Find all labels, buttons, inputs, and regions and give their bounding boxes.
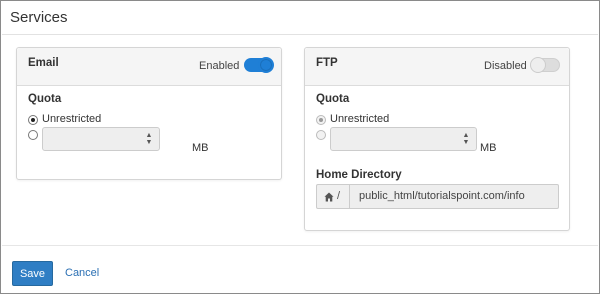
ftp-panel-title: FTP	[316, 57, 338, 69]
footer-divider	[2, 245, 598, 246]
ftp-quota-unit: MB	[480, 142, 497, 154]
email-panel-header: Email Enabled	[17, 48, 281, 86]
email-quota-unit: MB	[192, 142, 209, 154]
email-unrestricted-label[interactable]: Unrestricted	[42, 113, 101, 125]
home-directory-label: Home Directory	[316, 169, 402, 181]
ftp-panel-header: FTP Disabled	[305, 48, 569, 86]
email-panel-title: Email	[28, 57, 59, 69]
title-divider	[2, 34, 598, 35]
ftp-unrestricted-radio[interactable]	[316, 115, 326, 125]
email-custom-quota-radio[interactable]	[28, 130, 38, 140]
home-icon	[324, 192, 334, 202]
cancel-link[interactable]: Cancel	[65, 267, 99, 279]
email-panel: Email Enabled Quota Unrestricted ▲ ▼ MB	[16, 47, 282, 180]
page-title: Services	[10, 9, 68, 26]
toggle-knob	[258, 57, 274, 73]
email-unrestricted-radio[interactable]	[28, 115, 38, 125]
services-window: Services Email Enabled Quota Unrestricte…	[0, 0, 600, 294]
email-status-label: Enabled	[199, 60, 240, 72]
ftp-quota-input[interactable]: ▲ ▼	[330, 127, 477, 151]
ftp-enabled-toggle[interactable]	[530, 57, 560, 73]
email-quota-input[interactable]: ▲ ▼	[42, 127, 160, 151]
home-directory-prefix: /	[316, 184, 350, 209]
ftp-unrestricted-label[interactable]: Unrestricted	[330, 113, 389, 125]
home-directory-prefix-slash: /	[337, 190, 341, 202]
save-button[interactable]: Save	[12, 261, 53, 286]
email-quota-label: Quota	[28, 93, 62, 105]
toggle-knob	[530, 57, 546, 73]
ftp-panel: FTP Disabled Quota Unrestricted ▲ ▼ MB Ho…	[304, 47, 570, 231]
ftp-quota-label: Quota	[316, 93, 350, 105]
email-enabled-toggle[interactable]	[244, 57, 274, 73]
ftp-status-label: Disabled	[484, 60, 527, 72]
spinner-arrows-icon[interactable]: ▲ ▼	[462, 132, 470, 146]
home-directory-input[interactable]: public_html/tutorialspoint.com/info	[350, 184, 559, 209]
spinner-arrows-icon[interactable]: ▲ ▼	[145, 132, 153, 146]
ftp-custom-quota-radio[interactable]	[316, 130, 326, 140]
